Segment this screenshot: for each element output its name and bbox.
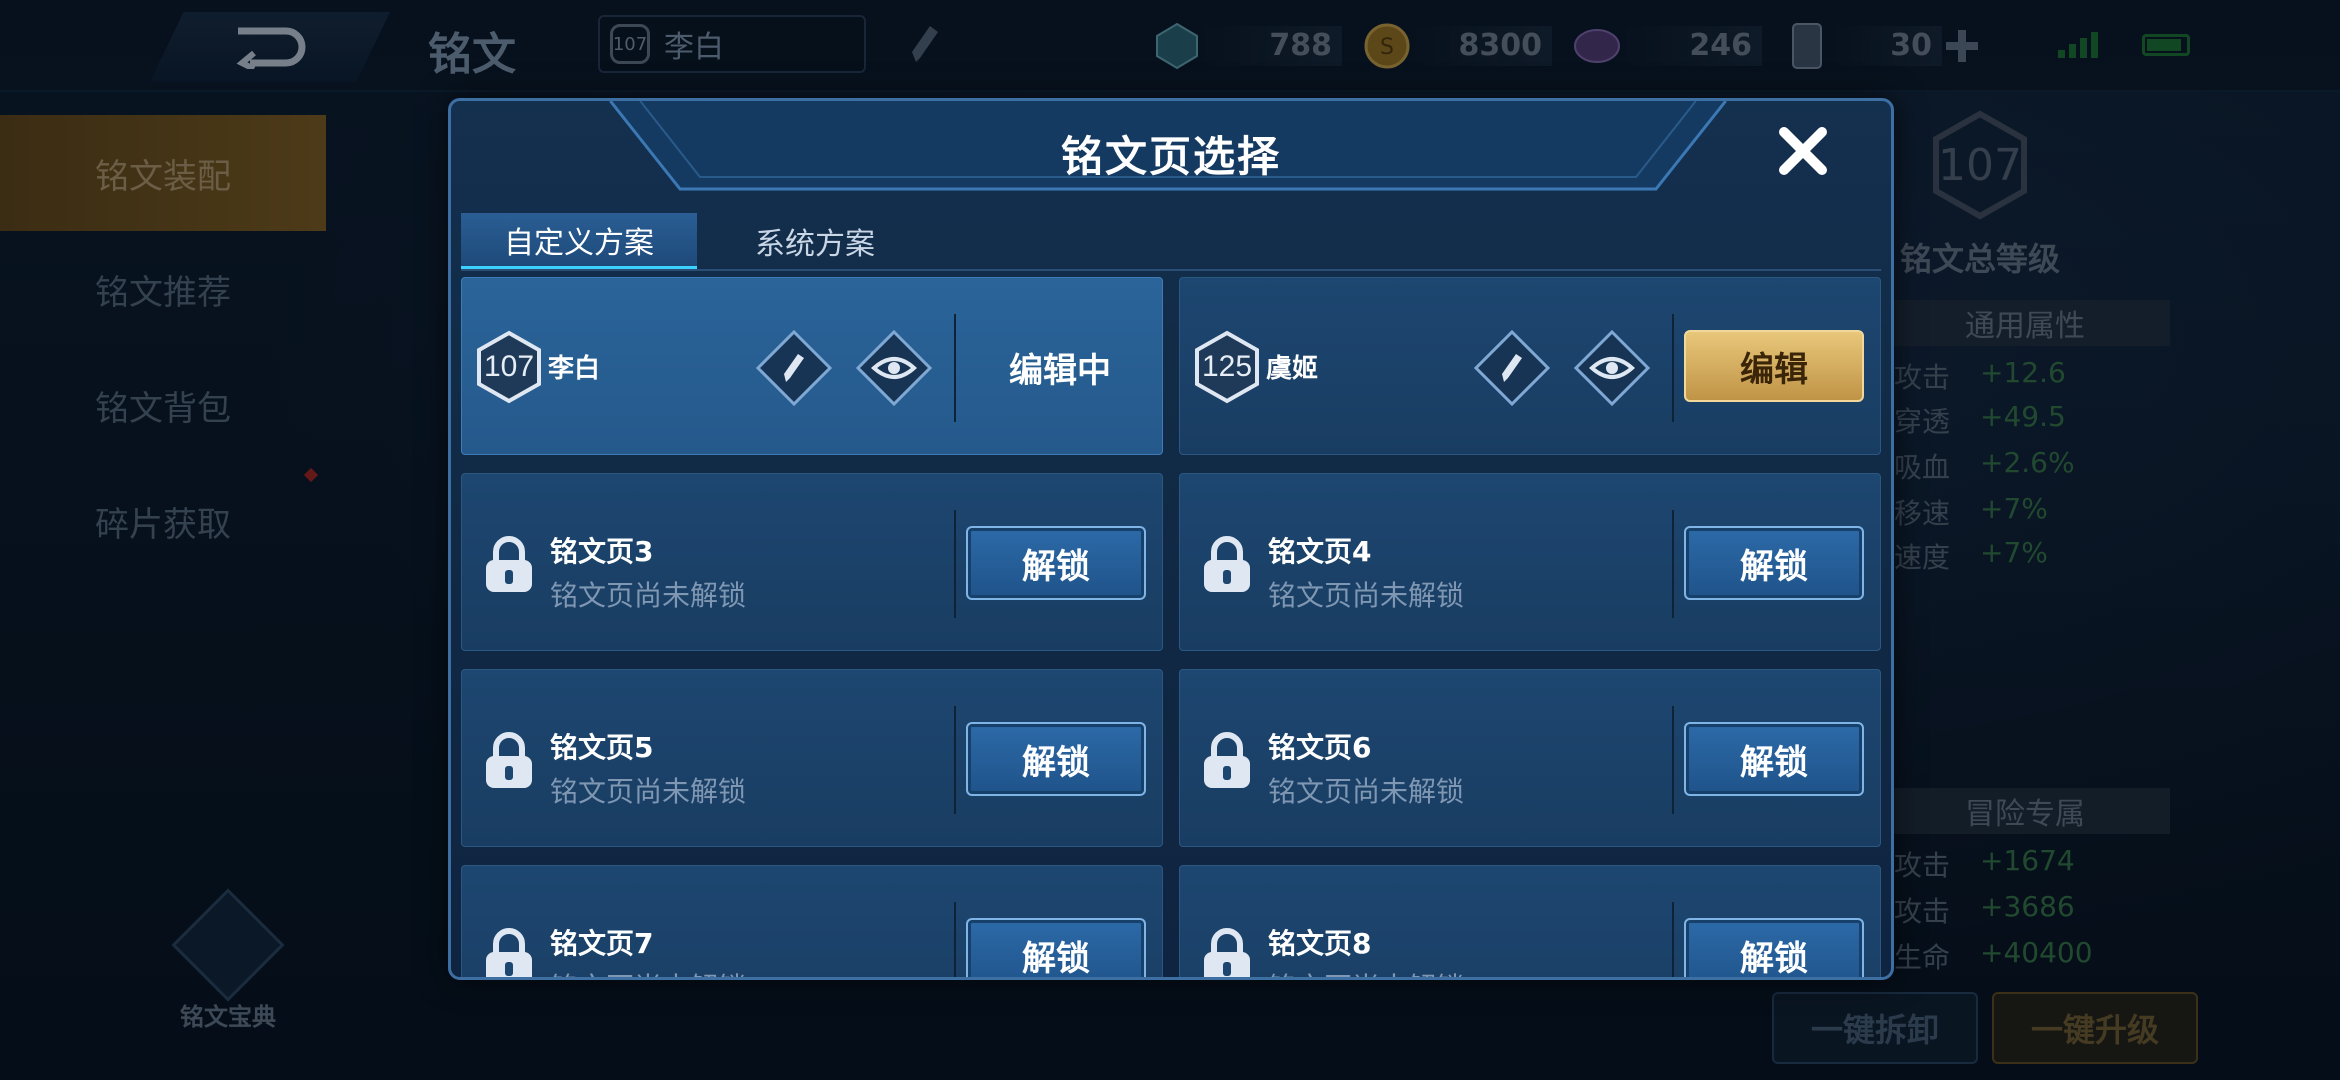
- preview-eye-icon[interactable]: [856, 330, 932, 406]
- lock-icon: [486, 928, 532, 977]
- plan-tabs: 自定义方案 系统方案: [461, 213, 933, 269]
- page-status: 铭文页尚未解锁: [1268, 966, 1464, 977]
- card-divider: [954, 706, 956, 814]
- card-divider: [1672, 706, 1674, 814]
- card-divider: [1672, 510, 1674, 618]
- inscription-page-card-3: 铭文页3 铭文页尚未解锁 解锁: [461, 473, 1163, 651]
- card-divider: [1672, 902, 1674, 977]
- modal-title: 铭文页选择: [1060, 132, 1281, 181]
- page-status: 铭文页尚未解锁: [1268, 775, 1465, 808]
- page-card-grid: 107 李白 编辑中 125 虞姬 编辑 铭文页3 铭文页尚未解锁 解锁 铭文页…: [461, 277, 1881, 977]
- inscription-page-card-8: 铭文页8 铭文页尚未解锁 解锁: [1179, 865, 1881, 977]
- close-icon: [1779, 127, 1827, 175]
- page-status: 铭文页尚未解锁: [550, 775, 747, 808]
- page-name: 铭文页3: [550, 535, 654, 568]
- level-hex-icon: 107: [476, 330, 542, 404]
- page-status: 铭文页尚未解锁: [550, 966, 746, 977]
- page-name: 铭文页7: [550, 927, 654, 960]
- rename-pencil-icon[interactable]: [756, 330, 832, 406]
- page-name: 铭文页5: [550, 731, 654, 764]
- level-value: 125: [1201, 350, 1253, 383]
- hero-name: 李白: [548, 354, 601, 384]
- page-name: 铭文页8: [1268, 927, 1372, 960]
- hero-name: 虞姬: [1266, 354, 1319, 384]
- inscription-page-card-6: 铭文页6 铭文页尚未解锁 解锁: [1179, 669, 1881, 847]
- page-status: 铭文页尚未解锁: [550, 579, 747, 612]
- inscription-page-select-modal: 铭文页选择 自定义方案 系统方案 107 李白 编辑中 125 虞姬 编辑 铭文…: [448, 98, 1894, 980]
- unlock-button[interactable]: 解锁: [966, 526, 1146, 600]
- inscription-page-card-1[interactable]: 107 李白 编辑中: [461, 277, 1163, 455]
- lock-icon: [1204, 928, 1250, 977]
- page-name: 铭文页4: [1268, 535, 1372, 568]
- tab-custom-plan[interactable]: 自定义方案: [461, 213, 697, 269]
- page-status: 铭文页尚未解锁: [1268, 579, 1465, 612]
- lock-icon: [1204, 732, 1250, 788]
- unlock-button[interactable]: 解锁: [1684, 722, 1864, 796]
- rename-pencil-icon[interactable]: [1474, 330, 1550, 406]
- lock-icon: [1204, 536, 1250, 592]
- preview-eye-icon[interactable]: [1574, 330, 1650, 406]
- unlock-button[interactable]: 解锁: [966, 722, 1146, 796]
- inscription-page-card-2[interactable]: 125 虞姬 编辑: [1179, 277, 1881, 455]
- card-divider: [954, 510, 956, 618]
- level-hex-icon: 125: [1194, 330, 1260, 404]
- unlock-button[interactable]: 解锁: [1684, 918, 1864, 977]
- unlock-button[interactable]: 解锁: [966, 918, 1146, 977]
- lock-icon: [486, 536, 532, 592]
- lock-icon: [486, 732, 532, 788]
- unlock-button[interactable]: 解锁: [1684, 526, 1864, 600]
- edit-button[interactable]: 编辑: [1684, 330, 1864, 402]
- inscription-page-card-4: 铭文页4 铭文页尚未解锁 解锁: [1179, 473, 1881, 651]
- tab-divider: [461, 269, 1881, 271]
- card-divider: [954, 902, 956, 977]
- page-name: 铭文页6: [1268, 731, 1372, 764]
- level-value: 107: [483, 350, 535, 383]
- card-divider: [1672, 314, 1674, 422]
- editing-status: 编辑中: [1009, 350, 1111, 391]
- inscription-page-card-5: 铭文页5 铭文页尚未解锁 解锁: [461, 669, 1163, 847]
- inscription-page-card-7: 铭文页7 铭文页尚未解锁 解锁: [461, 865, 1163, 977]
- close-button[interactable]: [1773, 121, 1833, 181]
- tab-system-plan[interactable]: 系统方案: [697, 213, 933, 269]
